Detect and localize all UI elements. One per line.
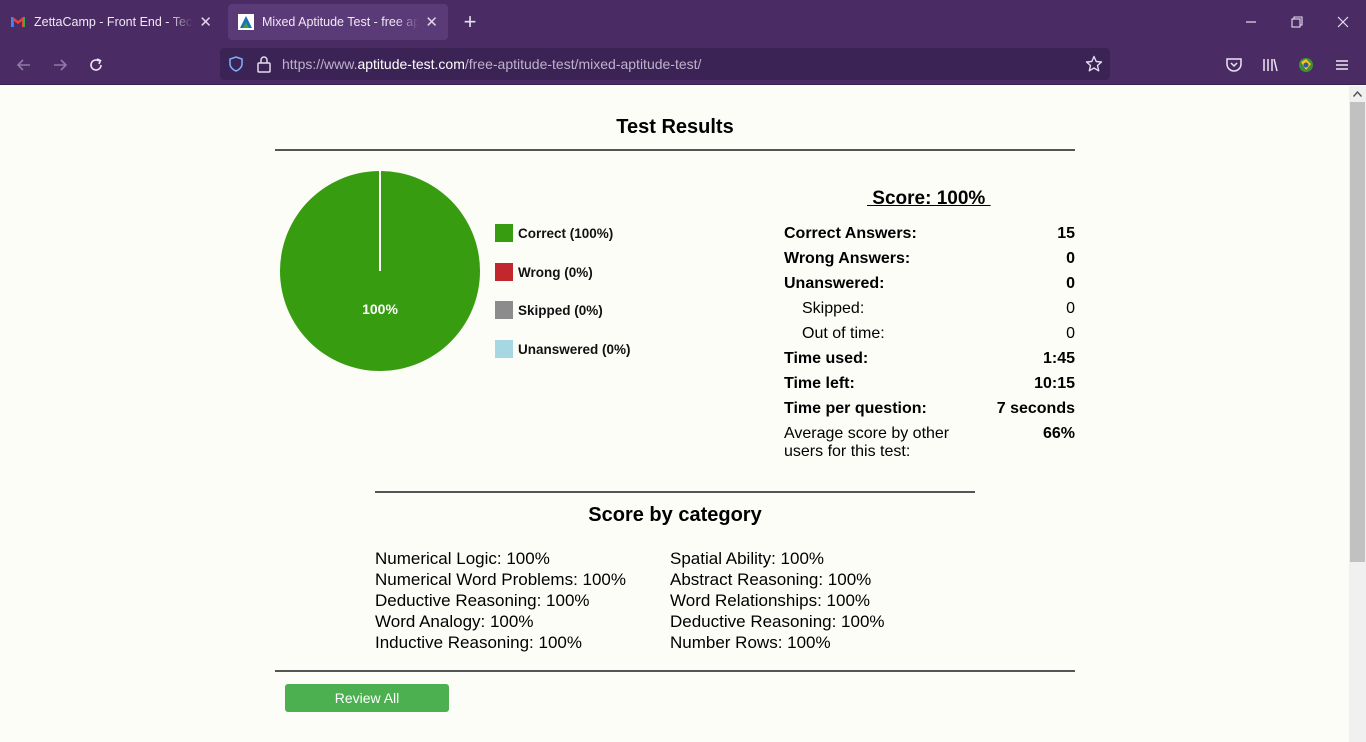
stat-value: 0 [1066,275,1075,292]
minimize-icon[interactable] [1241,12,1261,32]
tab-bar: ZettaCamp - Front End - Techni ✕ Mixed A… [0,0,1366,44]
close-tab-icon[interactable]: ✕ [199,13,212,31]
category-item: Word Analogy: 100% [375,612,534,631]
stat-value: 0 [1066,325,1075,342]
category-item: Deductive Reasoning: 100% [670,612,885,631]
category-item: Abstract Reasoning: 100% [670,570,872,589]
tab-zettacamp[interactable]: ZettaCamp - Front End - Techni ✕ [0,0,222,44]
url-path: /free-aptitude-test/mixed-aptitude-test/ [464,56,702,72]
divider [275,670,1075,672]
stat-label: Average score by other users for this te… [784,425,950,460]
legend-label: Unanswered (0%) [518,341,631,357]
review-all-button[interactable]: Review All [285,684,449,712]
stat-value: 7 seconds [996,400,1075,417]
scroll-up-icon[interactable] [1349,86,1366,102]
reload-icon[interactable] [85,54,107,76]
legend-swatch [495,263,513,281]
category-item: Numerical Word Problems: 100% [375,570,626,589]
pocket-icon[interactable] [1223,54,1245,76]
tab-mixed-aptitude[interactable]: Mixed Aptitude Test - free aptitu ✕ [228,4,448,40]
legend-item-skipped: Skipped (0%) [495,301,603,319]
stat-label: Skipped: [802,300,865,317]
new-tab-button[interactable]: + [458,10,482,34]
stat-label: Unanswered: [784,275,885,292]
category-item: Inductive Reasoning: 100% [375,633,582,652]
close-tab-icon[interactable]: ✕ [425,13,438,31]
lock-icon[interactable] [256,55,272,73]
stat-value: 66% [1042,425,1075,442]
category-item: Numerical Logic: 100% [375,549,550,568]
pie-center-label: 100% [362,301,398,317]
url-text[interactable]: https://www.aptitude-test.com/free-aptit… [282,56,701,72]
tracking-shield-icon[interactable] [228,56,244,72]
legend-swatch [495,340,513,358]
aptitude-test-icon [238,14,254,30]
legend-label: Wrong (0%) [518,264,593,280]
divider [375,491,975,493]
back-icon[interactable] [13,54,35,76]
page-scrollbar[interactable] [1349,86,1366,742]
category-item: Number Rows: 100% [670,633,831,652]
page-content: Test Results 100% Correct (100%) Wrong (… [0,86,1349,742]
page-title: Test Results [616,116,734,138]
restore-icon[interactable] [1287,12,1307,32]
legend-item-unanswered: Unanswered (0%) [495,340,631,358]
category-item: Deductive Reasoning: 100% [375,591,590,610]
divider [275,149,1075,151]
menu-icon[interactable] [1331,54,1353,76]
tab-title: Mixed Aptitude Test - free aptitu [262,15,420,29]
stat-value: 10:15 [1034,375,1075,392]
stat-value: 0 [1066,250,1075,267]
nav-bar: https://www.aptitude-test.com/free-aptit… [0,44,1366,85]
stat-label: Time used: [784,350,869,367]
score-heading: Score: 100% [867,188,991,209]
category-item: Word Relationships: 100% [670,591,871,610]
extension-icon[interactable] [1295,54,1317,76]
scroll-thumb[interactable] [1350,102,1365,562]
category-list-left: Numerical Logic: 100% Numerical Word Pro… [375,548,626,653]
url-bar[interactable]: https://www.aptitude-test.com/free-aptit… [220,48,1110,80]
url-prefix: https://www. [282,56,358,72]
category-list-right: Spatial Ability: 100% Abstract Reasoning… [670,548,885,653]
category-title: Score by category [588,504,762,526]
stat-value: 1:45 [1042,350,1075,367]
results-pie-chart: 100% [280,171,480,371]
legend-swatch [495,224,513,242]
legend-label: Correct (100%) [518,225,614,241]
url-domain: aptitude-test.com [357,56,465,72]
gmail-icon [11,17,25,27]
tab-title: ZettaCamp - Front End - Techni [34,15,194,29]
stat-label: Wrong Answers: [784,250,911,267]
legend-item-wrong: Wrong (0%) [495,263,593,281]
legend-label: Skipped (0%) [518,302,603,318]
legend-swatch [495,301,513,319]
forward-icon[interactable] [49,54,71,76]
stat-label: Correct Answers: [784,225,917,242]
bookmark-star-icon[interactable] [1085,55,1103,73]
stat-value: 15 [1057,225,1075,242]
legend-item-correct: Correct (100%) [495,224,613,242]
close-window-icon[interactable] [1333,12,1353,32]
category-item: Spatial Ability: 100% [670,549,825,568]
stat-value: 0 [1066,300,1075,317]
stat-label: Out of time: [802,325,885,342]
stat-label: Time left: [784,375,855,392]
library-icon[interactable] [1259,54,1281,76]
stat-label: Time per question: [784,400,927,417]
